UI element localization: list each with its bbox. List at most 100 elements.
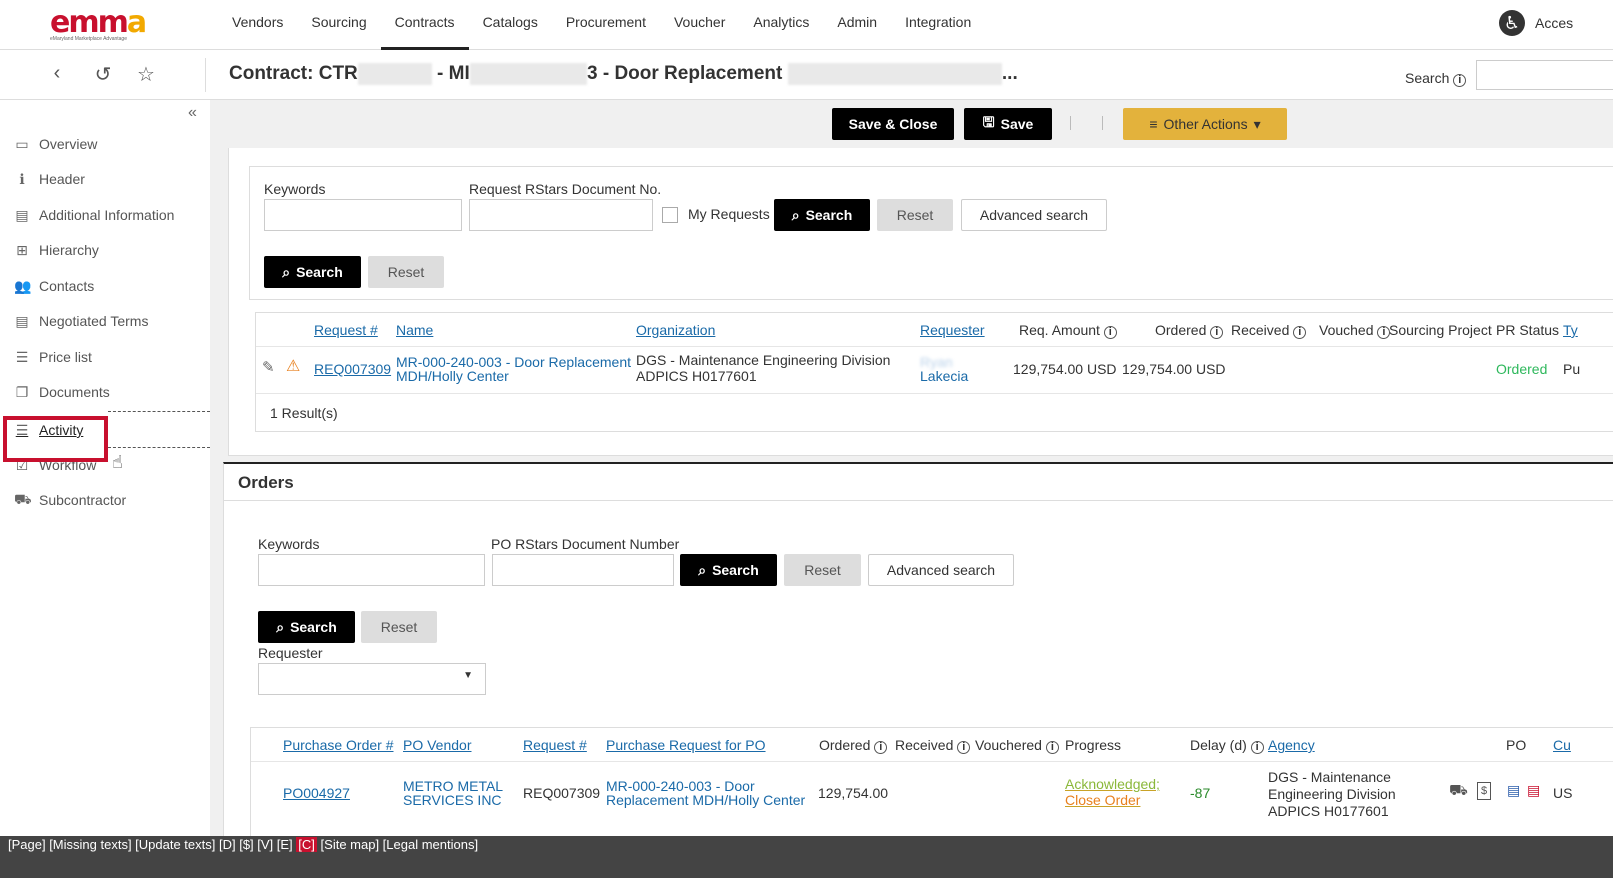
accessibility-icon[interactable]: ♿: [1499, 10, 1525, 36]
list-icon: ☰: [15, 348, 29, 365]
word-document-icon[interactable]: ▤: [1507, 783, 1520, 797]
search-button[interactable]: ⌕ Search: [774, 199, 870, 231]
footer-c-link[interactable]: [C]: [296, 837, 317, 852]
global-search-input[interactable]: [1476, 60, 1613, 90]
nav-catalogs[interactable]: Catalogs: [469, 0, 552, 50]
reset-button[interactable]: Reset: [361, 611, 437, 643]
search-icon: ⌕: [282, 263, 291, 280]
sidebar-item-hierarchy[interactable]: ⊞ Hierarchy: [14, 238, 99, 262]
reset-button[interactable]: Reset: [877, 199, 953, 231]
warning-icon: ⚠: [286, 358, 301, 375]
my-requests-checkbox[interactable]: [662, 207, 678, 223]
nav-analytics[interactable]: Analytics: [739, 0, 823, 50]
search-icon: ⌕: [276, 618, 285, 635]
collapse-sidebar-icon[interactable]: «: [188, 104, 197, 122]
nav-contracts[interactable]: Contracts: [380, 0, 469, 50]
search-button[interactable]: ⌕ Search: [258, 611, 355, 643]
title-mid: - MI: [431, 63, 470, 84]
orders-panel: Orders Keywords PO RStars Document Numbe…: [223, 462, 1613, 860]
search-button[interactable]: ⌕ Search: [680, 554, 777, 586]
truck-icon: ⛟: [14, 490, 32, 507]
back-arrow-icon[interactable]: ‹: [44, 62, 70, 85]
info-icon: i: [1250, 741, 1264, 754]
col-request-no[interactable]: Request #: [523, 737, 587, 753]
req-amount-cell: 129,754.00 USD: [1013, 361, 1117, 377]
truck-icon[interactable]: ⛟: [1449, 783, 1468, 798]
requests-table: Request # Name Organization Requester Re…: [255, 312, 1613, 432]
requester-select[interactable]: ▼: [258, 663, 486, 695]
save-button[interactable]: 🖫 Save: [964, 108, 1052, 140]
reset-button[interactable]: Reset: [784, 554, 861, 586]
accessibility-menu[interactable]: ♿ Acces: [1499, 10, 1573, 36]
type-cell: Pu: [1563, 361, 1581, 377]
col-request-no[interactable]: Request #: [314, 322, 378, 338]
sidebar-item-price-list[interactable]: ☰ Price list: [14, 345, 92, 369]
col-name[interactable]: Name: [396, 322, 433, 338]
my-requests-label: My Requests: [688, 206, 770, 222]
orders-title: Orders: [238, 473, 294, 492]
nav-procurement[interactable]: Procurement: [552, 0, 660, 50]
keywords-label: Keywords: [264, 181, 326, 197]
monitor-icon: ▭: [15, 135, 29, 152]
edit-pencil-icon[interactable]: ✎: [262, 360, 275, 375]
col-currency[interactable]: Cu: [1553, 737, 1571, 753]
info-icon: i: [1453, 74, 1467, 87]
nav-voucher[interactable]: Voucher: [660, 0, 739, 50]
col-progress: Progress: [1065, 737, 1122, 753]
divider: [205, 58, 206, 92]
col-purchase-request[interactable]: Purchase Request for PO: [606, 737, 766, 753]
emma-logo[interactable]: emma eMaryland Marketplace Advantage: [50, 8, 160, 43]
col-po-no[interactable]: Purchase Order #: [283, 737, 394, 753]
request-link[interactable]: REQ007309: [314, 362, 391, 376]
nav-sourcing[interactable]: Sourcing: [297, 0, 380, 50]
sidebar-item-negotiated-terms[interactable]: ▤ Negotiated Terms: [14, 309, 148, 333]
request-name-link[interactable]: MR-000-240-003 - Door Replacement MDH/Hol…: [396, 355, 631, 383]
save-close-button[interactable]: Save & Close: [832, 108, 954, 140]
footer-links[interactable]: [Page] [Missing texts] [Update texts] [D…: [8, 837, 296, 852]
pdf-icon[interactable]: ▤: [1527, 783, 1540, 797]
sidebar-item-contacts[interactable]: 👥 Contacts: [14, 274, 94, 298]
nav-integration[interactable]: Integration: [891, 0, 985, 50]
sidebar-item-additional-information[interactable]: ▤ Additional Information: [14, 203, 174, 227]
other-actions-button[interactable]: ≡ Other Actions ▾: [1123, 108, 1287, 140]
dollar-icon[interactable]: $: [1477, 782, 1492, 800]
redacted-text: R-000-240-00: [469, 63, 587, 85]
contacts-icon: 👥: [14, 277, 32, 294]
vendor-link[interactable]: METRO METAL SERVICES INC: [403, 779, 503, 807]
hierarchy-icon: ⊞: [16, 241, 28, 258]
sidebar: « ▭ Overview ℹ Header ▤ Additional Informat…: [0, 100, 210, 860]
col-agency[interactable]: Agency: [1268, 737, 1315, 753]
po-docno-input[interactable]: [492, 554, 674, 586]
purchase-request-link[interactable]: MR-000-240-003 - Door Replacement MDH/Hol…: [606, 779, 805, 807]
sidebar-item-header[interactable]: ℹ Header: [14, 167, 85, 191]
col-po-vendor[interactable]: PO Vendor: [403, 737, 472, 753]
col-organization[interactable]: Organization: [636, 322, 715, 338]
progress-cell[interactable]: Acknowledged; Close Order: [1065, 777, 1160, 807]
advanced-search-button[interactable]: Advanced search: [961, 199, 1107, 231]
nav-vendors[interactable]: Vendors: [218, 0, 297, 50]
sidebar-item-documents[interactable]: ❐ Documents: [14, 380, 110, 404]
po-link[interactable]: PO004927: [283, 786, 350, 800]
sidebar-item-overview[interactable]: ▭ Overview: [14, 132, 97, 156]
footer-links-2[interactable]: [Site map] [Legal mentions]: [317, 837, 479, 852]
reset-button[interactable]: Reset: [368, 256, 444, 288]
history-icon[interactable]: ↺: [90, 62, 116, 87]
keywords-input[interactable]: [264, 199, 462, 231]
col-requester[interactable]: Requester: [920, 322, 985, 338]
caret-down-icon: ▼: [463, 670, 473, 681]
sidebar-item-subcontractor[interactable]: ⛟ Subcontractor: [14, 488, 126, 512]
col-type[interactable]: Ty: [1563, 322, 1578, 338]
advanced-search-button[interactable]: Advanced search: [868, 554, 1014, 586]
search-button[interactable]: ⌕ Search: [264, 256, 361, 288]
col-vouched: Vouched i: [1319, 322, 1391, 339]
request-docno-input[interactable]: [469, 199, 653, 231]
nav-admin[interactable]: Admin: [823, 0, 891, 50]
requester-link[interactable]: Ryan Lakecia: [920, 355, 968, 383]
keywords-input[interactable]: [258, 554, 485, 586]
info-icon: i: [957, 741, 971, 754]
request-no-cell: REQ007309: [523, 785, 601, 801]
info-icon: i: [1293, 326, 1307, 339]
info-icon: ℹ: [19, 170, 25, 187]
star-icon[interactable]: ☆: [133, 62, 159, 87]
col-ordered: Ordered i: [1155, 322, 1224, 339]
